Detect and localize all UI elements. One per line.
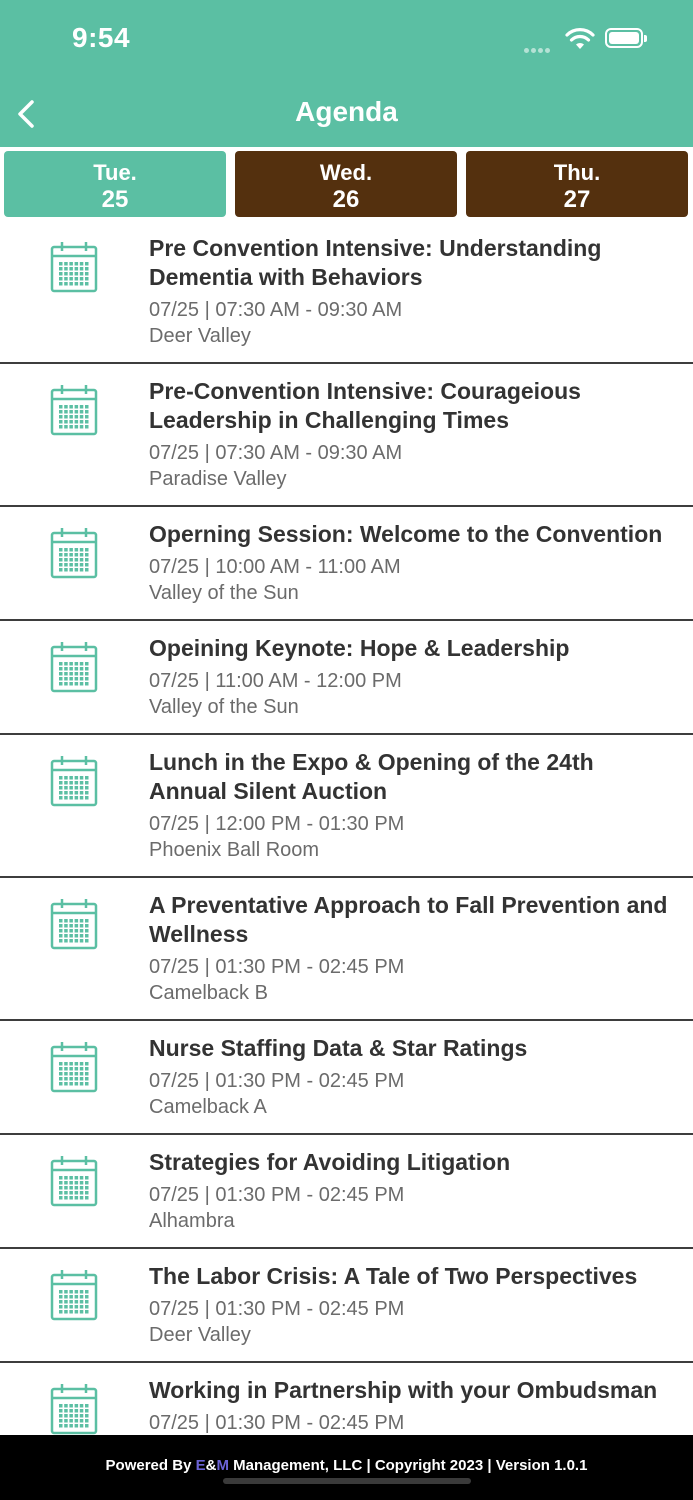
session-location: Paradise Valley [149,468,287,490]
session-location: Deer Valley [149,325,251,347]
session-title: Lunch in the Expo & Opening of the 24th … [149,749,594,804]
session-time: 07/25 | 01:30 PM - 02:45 PM [149,956,405,978]
calendar-icon [50,384,98,436]
list-item[interactable]: A Preventative Approach to Fall Preventi… [0,878,693,1021]
calendar-icon [50,527,98,579]
session-time: 07/25 | 01:30 PM - 02:45 PM [149,1298,405,1320]
app-header: 9:54 Agenda [0,0,693,147]
session-title: Operning Session: Welcome to the Convent… [149,521,663,547]
calendar-icon [50,1041,98,1093]
calendar-icon [50,755,98,807]
list-item[interactable]: Nurse Staffing Data & Star Ratings 07/25 … [0,1021,693,1135]
list-item[interactable]: Working in Partnership with your Ombudsm… [0,1363,693,1435]
tab-date-label: 26 [332,186,360,213]
session-time: 07/25 | 07:30 AM - 09:30 AM [149,442,403,464]
tab-date-label: 25 [101,186,129,213]
wifi-icon [565,28,595,49]
session-time: 07/25 | 01:30 PM - 02:45 PM [149,1412,405,1434]
status-time: 9:54 [72,22,131,53]
tab-day-label: Wed. [319,160,373,185]
list-item[interactable]: Pre-Convention Intensive: Courageious Le… [0,364,693,507]
session-time: 07/25 | 11:00 AM - 12:00 PM [149,670,402,692]
session-title: Working in Partnership with your Ombudsm… [149,1377,658,1403]
list-item[interactable]: The Labor Crisis: A Tale of Two Perspect… [0,1249,693,1363]
list-item[interactable]: Strategies for Avoiding Litigation 07/25 … [0,1135,693,1249]
page-title: Agenda [295,96,398,127]
session-title: Opeining Keynote: Hope & Leadership [149,635,570,661]
session-time: 07/25 | 12:00 PM - 01:30 PM [149,813,405,835]
session-location: Deer Valley [149,1324,251,1346]
session-location: Valley of the Sun [149,696,299,718]
session-time: 07/25 | 10:00 AM - 11:00 AM [149,556,401,578]
list-item[interactable]: Operning Session: Welcome to the Convent… [0,507,693,621]
battery-icon [605,28,647,48]
session-title: Strategies for Avoiding Litigation [149,1149,511,1175]
cellular-signal-icon [524,40,558,53]
calendar-icon [50,898,98,950]
session-location: Camelback A [149,1096,267,1118]
calendar-icon [50,241,98,293]
day-tabs: Tue. 25 Wed. 26 Thu. 27 [0,147,693,221]
calendar-icon [50,1269,98,1321]
tab-day-label: Thu. [553,160,601,185]
footer-text: Powered By E&M Management, LLC | Copyrig… [0,1457,693,1474]
session-title: A Preventative Approach to Fall Preventi… [149,892,668,947]
footer-brand-e: E [195,1457,206,1474]
tab-date-label: 27 [563,186,591,213]
tab-wed-26[interactable]: Wed. 26 [235,151,457,217]
footer-suffix: Management, LLC | Copyright 2023 | Versi… [228,1457,588,1474]
session-title: Pre-Convention Intensive: Courageious Le… [149,378,581,433]
list-item[interactable]: Lunch in the Expo & Opening of the 24th … [0,735,693,878]
session-location: Camelback B [149,982,268,1004]
session-title: The Labor Crisis: A Tale of Two Perspect… [149,1263,638,1289]
session-time: 07/25 | 07:30 AM - 09:30 AM [149,299,403,321]
calendar-icon [50,1155,98,1207]
list-item[interactable]: Opeining Keynote: Hope & Leadership 07/25… [0,621,693,735]
footer-brand-m: M [216,1457,229,1474]
agenda-list[interactable]: Pre Convention Intensive: Understanding … [0,221,693,1435]
tab-day-label: Tue. [93,160,137,185]
session-location: Valley of the Sun [149,582,299,604]
session-time: 07/25 | 01:30 PM - 02:45 PM [149,1184,405,1206]
footer-brand-amp: & [205,1457,217,1474]
list-item[interactable]: Pre Convention Intensive: Understanding … [0,221,693,364]
footer: Powered By E&M Management, LLC | Copyrig… [0,1435,693,1500]
footer-prefix: Powered By [105,1457,196,1474]
session-title: Nurse Staffing Data & Star Ratings [149,1035,528,1061]
calendar-icon [50,641,98,693]
home-indicator [223,1478,471,1484]
session-time: 07/25 | 01:30 PM - 02:45 PM [149,1070,405,1092]
session-location: Alhambra [149,1210,235,1232]
tab-tue-25[interactable]: Tue. 25 [4,151,226,217]
session-title: Pre Convention Intensive: Understanding … [149,235,602,290]
session-location: Phoenix Ball Room [149,839,320,861]
tab-thu-27[interactable]: Thu. 27 [466,151,688,217]
calendar-icon [50,1383,98,1435]
